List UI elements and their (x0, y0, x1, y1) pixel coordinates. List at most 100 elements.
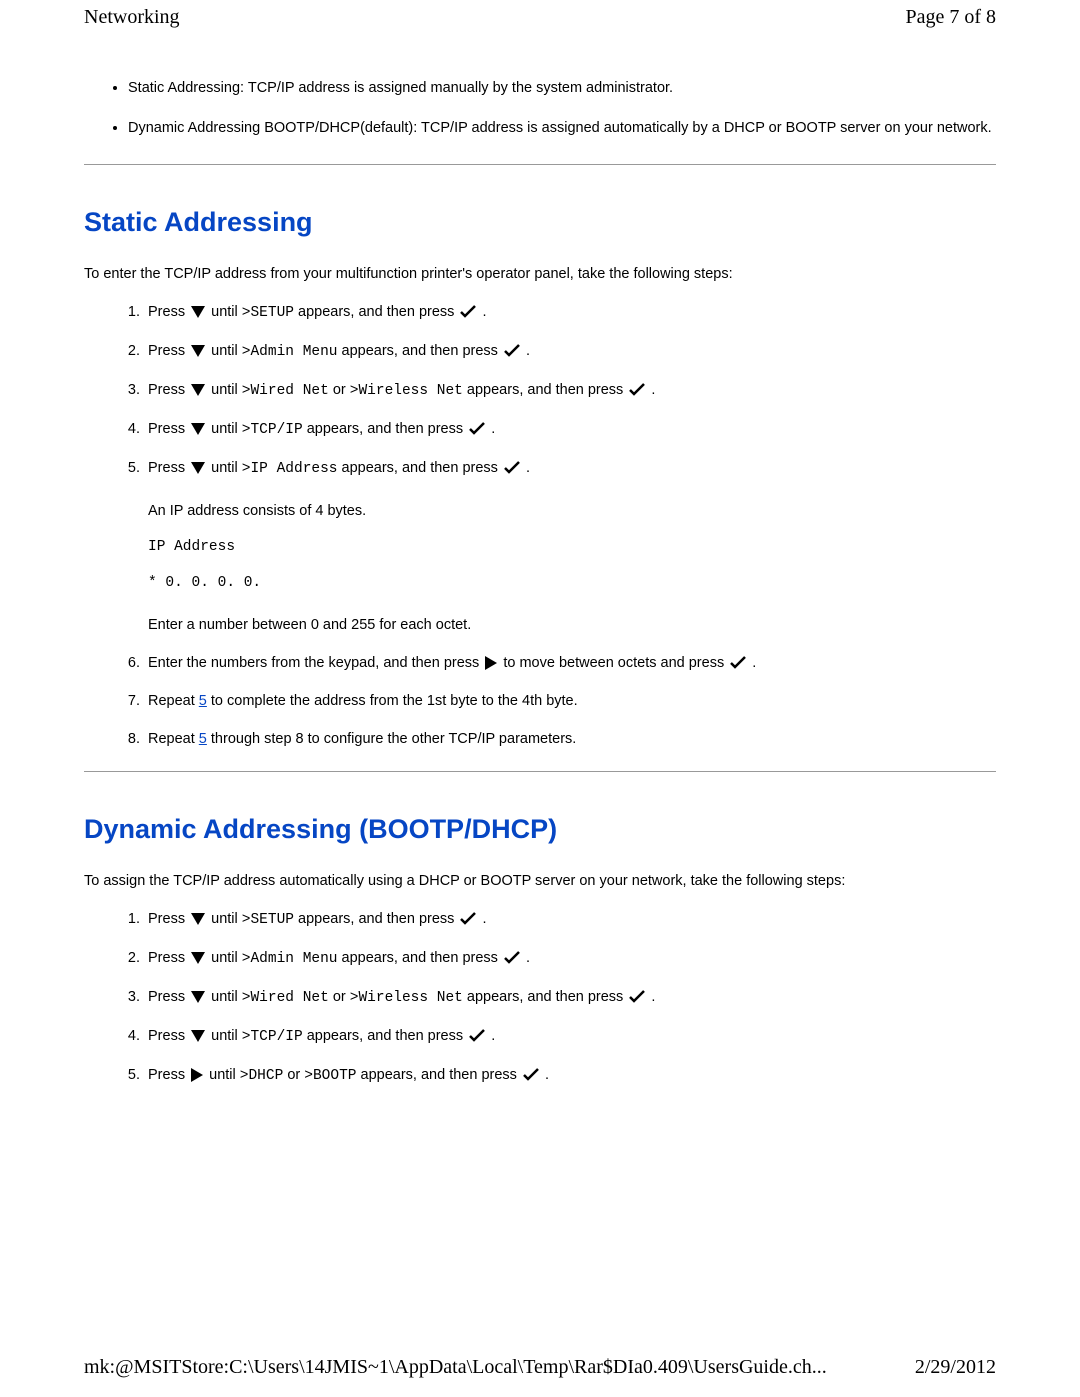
press-label: Press (148, 1028, 185, 1044)
menu-tcpip: >TCP/IP (242, 1029, 303, 1045)
static-step-4: Press until >TCP/IP appears, and then pr… (144, 421, 996, 438)
until-label: until (211, 911, 238, 927)
step6-end: . (752, 655, 756, 671)
step5-extra-line1: An IP address consists of 4 bytes. (148, 503, 996, 519)
step8-link[interactable]: 5 (199, 731, 207, 747)
appears-label: appears, and then press (307, 1028, 463, 1044)
step5-code-1: IP Address (148, 539, 996, 555)
period: . (526, 343, 530, 359)
check-icon (504, 343, 520, 359)
down-arrow-icon (191, 950, 205, 966)
period: . (482, 304, 486, 320)
period: . (545, 1067, 549, 1083)
static-step-3: Press until >Wired Net or >Wireless Net … (144, 382, 996, 399)
check-icon (504, 950, 520, 966)
right-arrow-icon (191, 1067, 203, 1083)
appears-label: appears, and then press (361, 1067, 517, 1083)
dynamic-lead: To assign the TCP/IP address automatical… (84, 873, 996, 889)
until-label: until (211, 382, 238, 398)
intro-bullet-1: Static Addressing: TCP/IP address is ass… (128, 77, 996, 99)
down-arrow-icon (191, 460, 205, 476)
period: . (651, 382, 655, 398)
intro-bullet-list: Static Addressing: TCP/IP address is ass… (84, 77, 996, 140)
footer-date: 2/29/2012 (915, 1356, 996, 1379)
step7-link[interactable]: 5 (199, 693, 207, 709)
dynamic-heading: Dynamic Addressing (BOOTP/DHCP) (84, 814, 996, 845)
down-arrow-icon (191, 1028, 205, 1044)
down-arrow-icon (191, 304, 205, 320)
dynamic-steps: Press until >SETUP appears, and then pre… (84, 911, 996, 1084)
dynamic-step-4: Press until >TCP/IP appears, and then pr… (144, 1028, 996, 1045)
dynamic-step-5: Press until >DHCP or >BOOTP appears, and… (144, 1067, 996, 1084)
check-icon (469, 421, 485, 437)
until-label: until (211, 421, 238, 437)
period: . (651, 989, 655, 1005)
step7-post: to complete the address from the 1st byt… (207, 693, 578, 709)
appears-label: appears, and then press (342, 950, 498, 966)
appears-label: appears, and then press (298, 911, 454, 927)
menu-bootp: >BOOTP (304, 1068, 356, 1084)
menu-wireless: >Wireless Net (350, 383, 463, 399)
check-icon (469, 1028, 485, 1044)
static-lead: To enter the TCP/IP address from your mu… (84, 266, 996, 282)
until-label: until (211, 989, 238, 1005)
press-label: Press (148, 382, 185, 398)
until-label: until (209, 1067, 236, 1083)
press-label: Press (148, 343, 185, 359)
until-label: until (211, 460, 238, 476)
menu-setup: >SETUP (242, 912, 294, 928)
step6-mid: to move between octets and press (503, 655, 724, 671)
static-steps: Press until >SETUP appears, and then pre… (84, 304, 996, 747)
press-label: Press (148, 460, 185, 476)
press-label: Press (148, 1067, 185, 1083)
press-label: Press (148, 989, 185, 1005)
until-label: until (211, 343, 238, 359)
appears-label: appears, and then press (298, 304, 454, 320)
footer-path: mk:@MSITStore:C:\Users\14JMIS~1\AppData\… (84, 1356, 827, 1379)
menu-wireless: >Wireless Net (350, 990, 463, 1006)
step6-pre: Enter the numbers from the keypad, and t… (148, 655, 479, 671)
press-label: Press (148, 421, 185, 437)
press-label: Press (148, 304, 185, 320)
dynamic-step-1: Press until >SETUP appears, and then pre… (144, 911, 996, 928)
check-icon (629, 382, 645, 398)
static-step-7: Repeat 5 to complete the address from th… (144, 693, 996, 709)
down-arrow-icon (191, 989, 205, 1005)
intro-bullet-2: Dynamic Addressing BOOTP/DHCP(default): … (128, 117, 996, 139)
check-icon (523, 1067, 539, 1083)
menu-ip-address: >IP Address (242, 461, 338, 477)
static-step-1: Press until >SETUP appears, and then pre… (144, 304, 996, 321)
step7-pre: Repeat (148, 693, 199, 709)
static-step-5: Press until >IP Address appears, and the… (144, 460, 996, 633)
or-label: or (333, 989, 346, 1005)
or-label: or (287, 1067, 300, 1083)
page-indicator: Page 7 of 8 (905, 6, 996, 29)
page-header-title: Networking (84, 6, 180, 29)
menu-admin: >Admin Menu (242, 951, 338, 967)
down-arrow-icon (191, 382, 205, 398)
check-icon (460, 911, 476, 927)
press-label: Press (148, 911, 185, 927)
down-arrow-icon (191, 421, 205, 437)
dynamic-step-2: Press until >Admin Menu appears, and the… (144, 950, 996, 967)
check-icon (730, 655, 746, 671)
period: . (482, 911, 486, 927)
menu-tcpip: >TCP/IP (242, 422, 303, 438)
down-arrow-icon (191, 911, 205, 927)
check-icon (460, 304, 476, 320)
period: . (491, 421, 495, 437)
divider (84, 164, 996, 165)
until-label: until (211, 1028, 238, 1044)
appears-label: appears, and then press (467, 989, 623, 1005)
appears-label: appears, and then press (467, 382, 623, 398)
static-step-8: Repeat 5 through step 8 to configure the… (144, 731, 996, 747)
down-arrow-icon (191, 343, 205, 359)
check-icon (629, 989, 645, 1005)
static-step-6: Enter the numbers from the keypad, and t… (144, 655, 996, 671)
appears-label: appears, and then press (342, 343, 498, 359)
static-step-2: Press until >Admin Menu appears, and the… (144, 343, 996, 360)
appears-label: appears, and then press (307, 421, 463, 437)
step5-code-2: * 0. 0. 0. 0. (148, 575, 996, 591)
check-icon (504, 460, 520, 476)
menu-wired: >Wired Net (242, 990, 329, 1006)
